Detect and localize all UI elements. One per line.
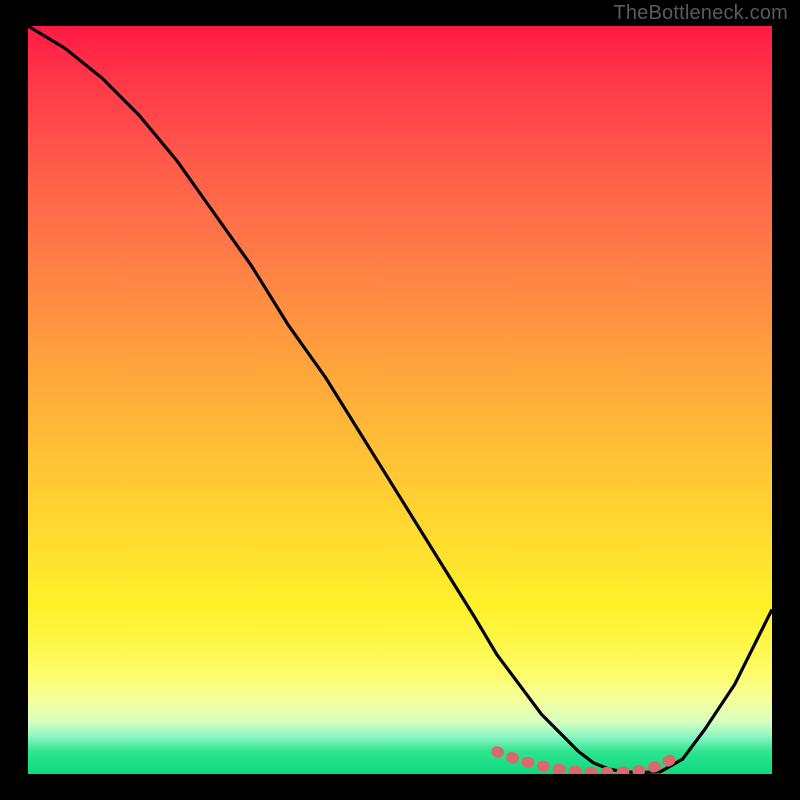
marker-band-path	[497, 752, 676, 773]
plot-area	[28, 26, 772, 774]
watermark-text: TheBottleneck.com	[613, 2, 788, 25]
curve-svg	[28, 26, 772, 774]
chart-frame: TheBottleneck.com	[0, 0, 800, 800]
marker-band	[497, 752, 676, 773]
bottleneck-curve	[28, 26, 772, 773]
